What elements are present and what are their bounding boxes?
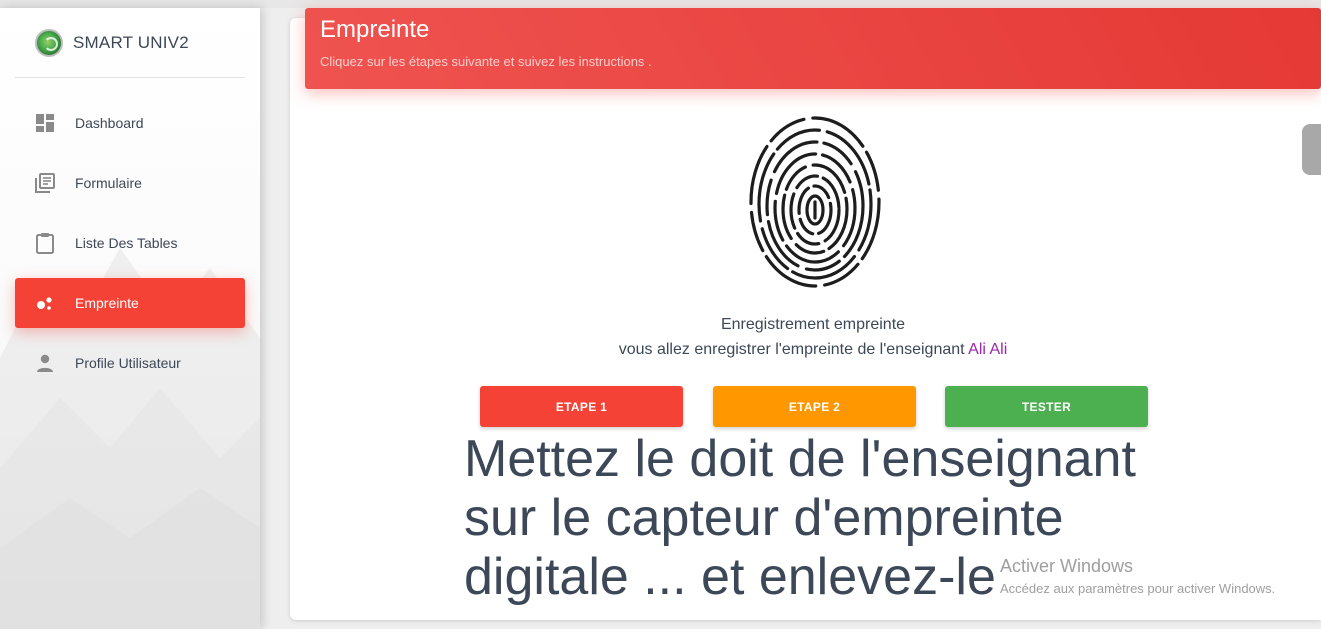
- sidebar-item-formulaire[interactable]: Formulaire: [15, 158, 245, 208]
- sidebar-item-label: Liste Des Tables: [75, 235, 178, 251]
- step2-button[interactable]: ETAPE 2: [713, 386, 916, 427]
- library-books-icon: [34, 172, 56, 194]
- sidebar-item-label: Dashboard: [75, 115, 144, 131]
- person-icon: [34, 352, 56, 374]
- sidebar-item-label: Empreinte: [75, 295, 139, 311]
- card-header: Empreinte Cliquez sur les étapes suivant…: [305, 8, 1321, 89]
- enrollment-description: vous allez enregistrer l'empreinte de l'…: [580, 341, 1046, 359]
- windows-activation-watermark: Activer Windows Accédez aux paramètres p…: [1000, 556, 1275, 596]
- page-title: Empreinte: [320, 16, 430, 43]
- sidebar-nav: Dashboard Formulaire Liste Des Tables Em…: [15, 98, 245, 398]
- bubble-chart-icon: [34, 292, 56, 314]
- sidebar-item-empreinte[interactable]: Empreinte: [15, 278, 245, 328]
- watermark-title: Activer Windows: [1000, 556, 1134, 576]
- teacher-name: Ali Ali: [968, 341, 1008, 358]
- sidebar-item-liste-des-tables[interactable]: Liste Des Tables: [15, 218, 245, 268]
- sidebar-item-dashboard[interactable]: Dashboard: [15, 98, 245, 148]
- page-subtitle: Cliquez sur les étapes suivante et suive…: [320, 54, 652, 69]
- sidebar-item-label: Profile Utilisateur: [75, 355, 181, 371]
- university-logo-icon: [35, 28, 63, 57]
- enrollment-description-text: vous allez enregistrer l'empreinte de l'…: [618, 341, 969, 358]
- sidebar: SMART UNIV2 Dashboard Formulaire Liste D…: [0, 8, 260, 629]
- brand-name: SMART UNIV2: [73, 32, 189, 52]
- brand[interactable]: SMART UNIV2: [15, 8, 245, 78]
- dashboard-icon: [34, 112, 56, 134]
- sidebar-item-profile-utilisateur[interactable]: Profile Utilisateur: [15, 338, 245, 388]
- fingerprint-image: [707, 108, 923, 308]
- fingerprint-icon: [749, 116, 881, 288]
- clipboard-icon: [34, 232, 56, 254]
- step1-button[interactable]: ETAPE 1: [480, 386, 683, 427]
- watermark-subtitle: Accédez aux paramètres pour activer Wind…: [1000, 581, 1276, 596]
- browser-top-strip: [0, 0, 1321, 8]
- sidebar-item-label: Formulaire: [75, 175, 142, 191]
- fixed-plugin-toggle[interactable]: [1302, 124, 1321, 175]
- test-button[interactable]: TESTER: [945, 386, 1148, 427]
- enrollment-title: Enregistrement empreinte: [720, 316, 906, 333]
